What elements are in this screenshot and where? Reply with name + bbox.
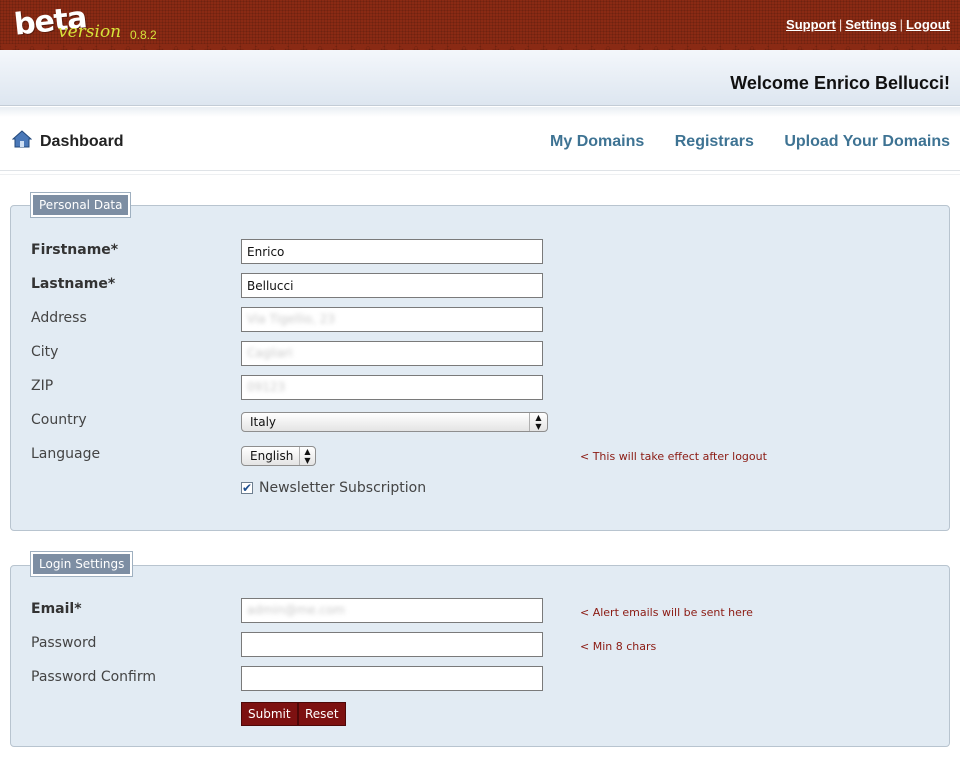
select-arrows-icon: ▲ ▼: [529, 413, 547, 431]
password-field[interactable]: [241, 632, 543, 657]
address-label: Address: [31, 310, 87, 326]
welcome-message: Welcome Enrico Bellucci!: [730, 73, 950, 93]
newsletter-checkbox[interactable]: ✔: [241, 482, 253, 494]
language-label: Language: [31, 446, 101, 462]
newsletter-label: Newsletter Subscription: [259, 480, 427, 496]
link-separator: |: [838, 17, 843, 32]
link-separator: |: [899, 17, 903, 32]
login-settings-legend: Login Settings: [29, 551, 134, 577]
country-value: Italy: [250, 415, 277, 429]
logo-version-word: version: [58, 22, 122, 42]
logout-link[interactable]: Logout: [906, 17, 950, 32]
zip-label: ZIP: [31, 378, 54, 394]
password-label: Password: [31, 635, 97, 651]
city-label: City: [31, 344, 59, 360]
language-value: English: [250, 449, 294, 463]
password-confirm-label: Password Confirm: [31, 669, 157, 685]
home-icon[interactable]: [12, 130, 32, 148]
select-arrows-icon: ▲ ▼: [299, 447, 315, 465]
lastname-field[interactable]: [241, 273, 543, 298]
zip-value: 09123: [247, 380, 286, 394]
nav-divider: [0, 170, 960, 171]
lastname-label: Lastname*: [31, 276, 116, 292]
support-link[interactable]: Support: [786, 17, 836, 32]
email-label: Email*: [31, 601, 82, 617]
main-nav: My Domains Registrars Upload Your Domain…: [524, 133, 950, 151]
nav-upload-your-domains[interactable]: Upload Your Domains: [784, 133, 950, 150]
address-field[interactable]: Via Tigellio, 23: [241, 307, 543, 332]
nav-registrars[interactable]: Registrars: [675, 133, 754, 150]
city-value: Cagliari: [247, 346, 293, 360]
top-links: Support | Settings | Logout: [786, 17, 950, 32]
country-select[interactable]: Italy ▲ ▼: [241, 412, 548, 432]
password-confirm-field[interactable]: [241, 666, 543, 691]
email-field[interactable]: admin@me.com: [241, 598, 543, 623]
password-hint: < Min 8 chars: [580, 640, 657, 653]
dashboard-link[interactable]: Dashboard: [40, 133, 124, 151]
nav-shadow: [0, 107, 960, 117]
zip-field[interactable]: 09123: [241, 375, 543, 400]
nav-my-domains[interactable]: My Domains: [550, 133, 644, 150]
nav-divider: [0, 174, 960, 175]
firstname-field[interactable]: [241, 239, 543, 264]
submit-button[interactable]: Submit: [241, 702, 298, 726]
city-field[interactable]: Cagliari: [241, 341, 543, 366]
version-number: 0.8.2: [130, 28, 157, 42]
language-hint: < This will take effect after logout: [580, 450, 767, 463]
firstname-label: Firstname*: [31, 242, 119, 258]
personal-data-legend: Personal Data: [29, 192, 132, 218]
email-value: admin@me.com: [247, 603, 346, 617]
language-select[interactable]: English ▲ ▼: [241, 446, 316, 466]
country-label: Country: [31, 412, 87, 428]
reset-button[interactable]: Reset: [298, 702, 346, 726]
settings-link[interactable]: Settings: [845, 17, 896, 32]
email-hint: < Alert emails will be sent here: [580, 606, 753, 619]
address-value: Via Tigellio, 23: [247, 312, 335, 326]
